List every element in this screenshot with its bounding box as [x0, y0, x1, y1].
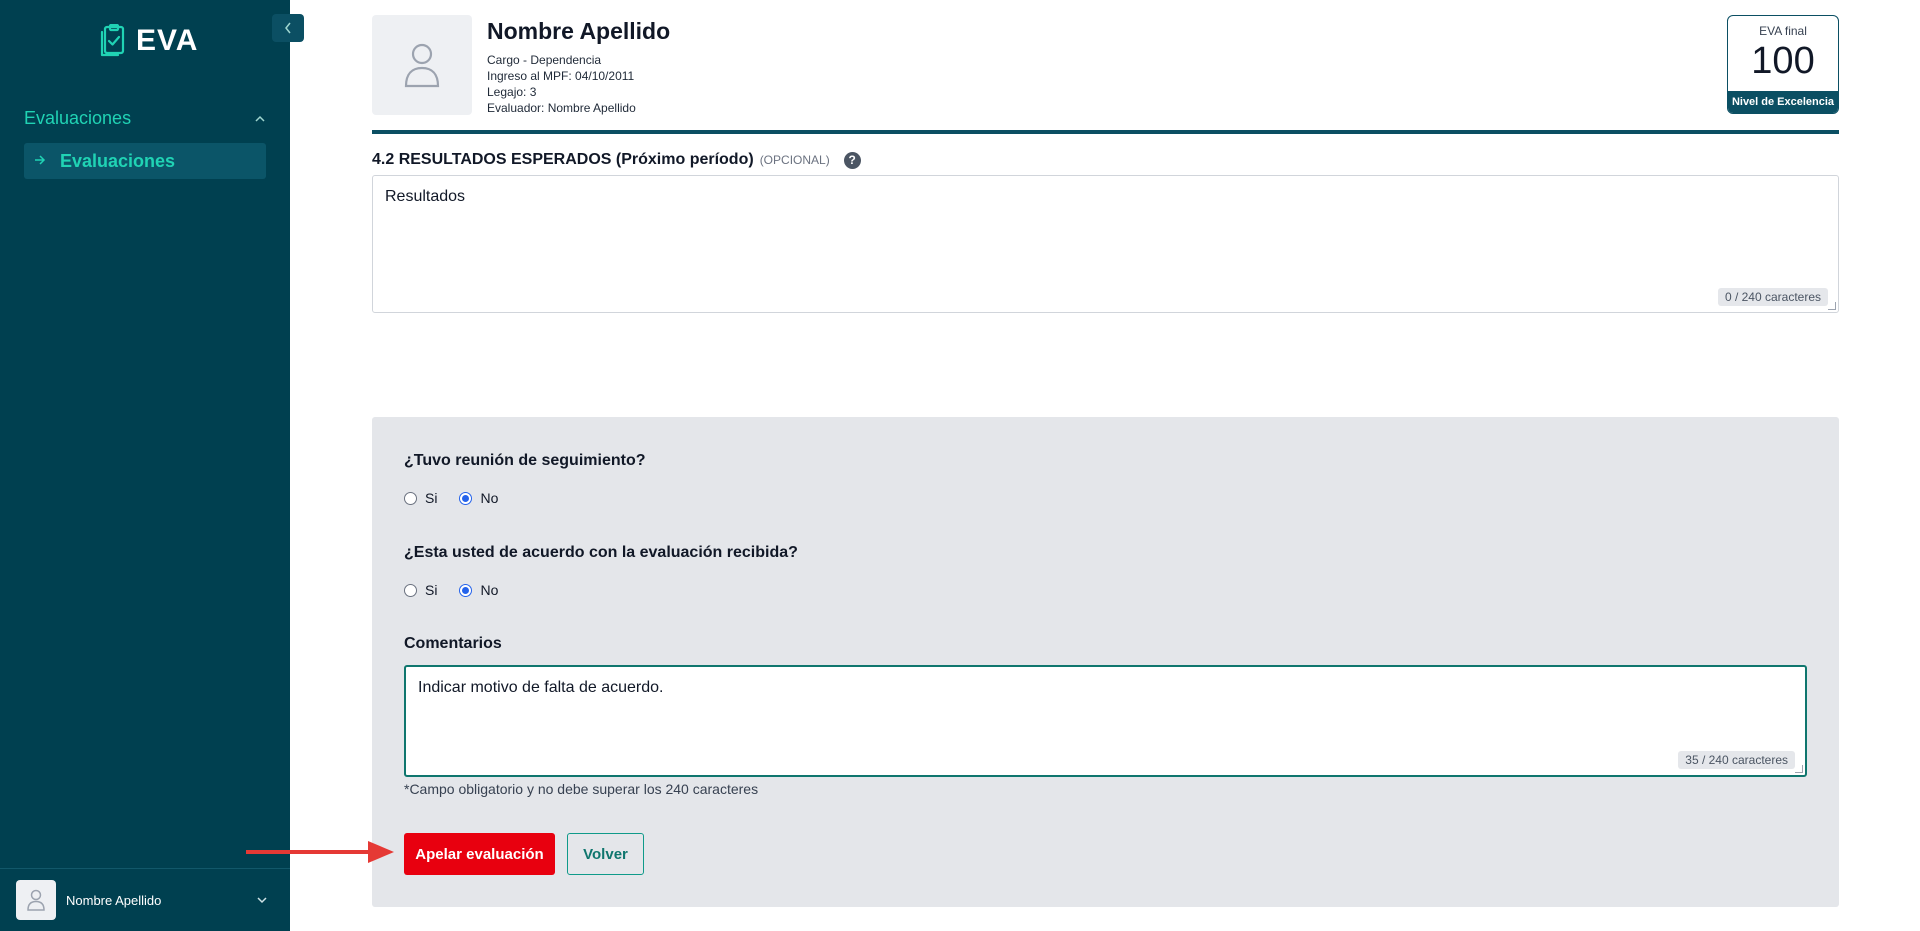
sidebar-item-label: Evaluaciones	[60, 150, 176, 171]
nav-group-evaluaciones[interactable]: Evaluaciones	[24, 108, 266, 129]
resize-handle-icon[interactable]	[1795, 765, 1803, 773]
eva-final-score: EVA final 100 Nivel de Excelencia	[1727, 15, 1839, 114]
followup-radio-si[interactable]	[404, 491, 417, 505]
user-menu[interactable]: Nombre Apellido	[0, 868, 290, 931]
resultados-textarea[interactable]: Resultados 0 / 240 caracteres	[372, 175, 1839, 313]
score-level-badge: Nivel de Excelencia	[1728, 91, 1838, 113]
profile-ingreso: Ingreso al MPF: 04/10/2011	[487, 69, 635, 83]
comments-hint: *Campo obligatorio y no debe superar los…	[404, 781, 759, 797]
radio-label-si: Si	[425, 490, 438, 506]
arrow-right-icon	[34, 154, 46, 168]
section-title-resultados: 4.2 RESULTADOS ESPERADOS (Próximo períod…	[372, 151, 861, 169]
chevron-down-icon	[256, 893, 268, 907]
resultados-value: Resultados	[385, 188, 466, 205]
radio-label-no: No	[480, 582, 499, 598]
profile-evaluador: Evaluador: Nombre Apellido	[487, 101, 636, 115]
chevron-left-icon	[285, 22, 291, 34]
logo-text: EVA	[136, 24, 199, 57]
agreement-radio-group: Si No	[404, 582, 520, 598]
score-value: 100	[1751, 40, 1815, 82]
user-name: Nombre Apellido	[66, 892, 162, 908]
user-icon	[404, 43, 440, 88]
score-label: EVA final	[1759, 24, 1807, 38]
optional-tag: (OPCIONAL)	[759, 153, 830, 167]
comments-textarea[interactable]: Indicar motivo de falta de acuerdo. 35 /…	[404, 665, 1807, 777]
radio-label-no: No	[480, 490, 499, 506]
followup-question: ¿Tuvo reunión de seguimiento?	[404, 452, 646, 469]
profile-name: Nombre Apellido	[487, 18, 671, 44]
user-icon	[27, 889, 45, 911]
sidebar-collapse-button[interactable]	[272, 14, 304, 42]
followup-radio-group: Si No	[404, 490, 520, 506]
section-title-text: 4.2 RESULTADOS ESPERADOS (Próximo períod…	[372, 151, 754, 168]
sidebar: EVA Evaluaciones Evaluaciones Nombre Ape…	[0, 0, 290, 931]
profile-cargo: Cargo - Dependencia	[487, 53, 602, 67]
character-counter: 35 / 240 caracteres	[1678, 751, 1795, 769]
profile-legajo: Legajo: 3	[487, 85, 537, 99]
sidebar-item-evaluaciones[interactable]: Evaluaciones	[24, 143, 266, 179]
character-counter: 0 / 240 caracteres	[1717, 288, 1828, 306]
agreement-radio-no[interactable]	[459, 583, 473, 597]
header-divider	[372, 130, 1839, 134]
user-avatar	[16, 880, 56, 920]
agreement-question: ¿Esta usted de acuerdo con la evaluación…	[404, 544, 798, 561]
resize-handle-icon[interactable]	[1828, 302, 1836, 310]
apelar-evaluacion-button[interactable]: Apelar evaluación	[404, 833, 555, 875]
volver-button[interactable]: Volver	[567, 833, 644, 875]
nav-group-label: Evaluaciones	[24, 108, 132, 128]
profile-meta: Cargo - Dependencia Ingreso al MPF: 04/1…	[487, 52, 636, 116]
help-icon[interactable]: ?	[843, 151, 861, 169]
followup-radio-no[interactable]	[459, 491, 473, 505]
comments-value: Indicar motivo de falta de acuerdo.	[418, 679, 664, 696]
clipboard-check-icon	[100, 24, 125, 57]
profile-avatar	[372, 15, 472, 115]
annotation-arrow-icon	[246, 841, 394, 863]
comments-label: Comentarios	[404, 635, 502, 652]
appeal-panel: ¿Tuvo reunión de seguimiento? Si No ¿Est…	[372, 417, 1839, 907]
app-logo[interactable]: EVA	[98, 24, 198, 58]
chevron-up-icon	[254, 112, 266, 126]
radio-label-si: Si	[425, 582, 438, 598]
agreement-radio-si[interactable]	[404, 583, 417, 597]
